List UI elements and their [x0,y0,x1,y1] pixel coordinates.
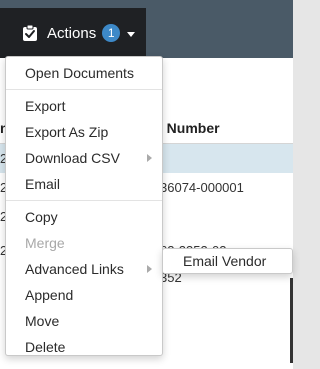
top-toolbar: Actions 1 [0,0,293,58]
menu-item-move[interactable]: Move [6,308,162,334]
menu-item-email[interactable]: Email [6,171,162,197]
actions-menu: Open Documents Export Export As Zip Down… [5,56,163,356]
menu-item-delete[interactable]: Delete [6,334,162,360]
advanced-links-submenu: Email Vendor [162,248,293,274]
menu-divider [6,89,162,90]
menu-divider [6,200,162,201]
menu-item-append[interactable]: Append [6,282,162,308]
menu-item-export-as-zip[interactable]: Export As Zip [6,119,162,145]
clipboard-check-icon [21,24,39,42]
actions-count-badge: 1 [102,24,121,42]
chevron-right-icon [147,154,152,162]
menu-item-advanced-links[interactable]: Advanced Links [6,256,162,282]
actions-dropdown-button[interactable]: Actions 1 [0,8,146,58]
menu-item-label: Download CSV [25,150,120,166]
chevron-right-icon [147,265,152,273]
actions-label: Actions [47,24,97,42]
menu-item-email-vendor[interactable]: Email Vendor [163,249,292,273]
menu-item-merge: Merge [25,235,65,251]
menu-item-open-documents[interactable]: Open Documents [6,60,162,86]
menu-item-download-csv[interactable]: Download CSV [6,145,162,171]
scrollbar[interactable] [290,278,293,363]
menu-item-export[interactable]: Export [6,93,162,119]
column-header-invoice-number[interactable]: e Number [155,120,220,136]
menu-item-copy[interactable]: Copy [6,204,162,230]
table-cell: 36074-000001 [160,180,244,195]
caret-down-icon [127,31,136,37]
menu-item-label: Advanced Links [25,261,124,277]
